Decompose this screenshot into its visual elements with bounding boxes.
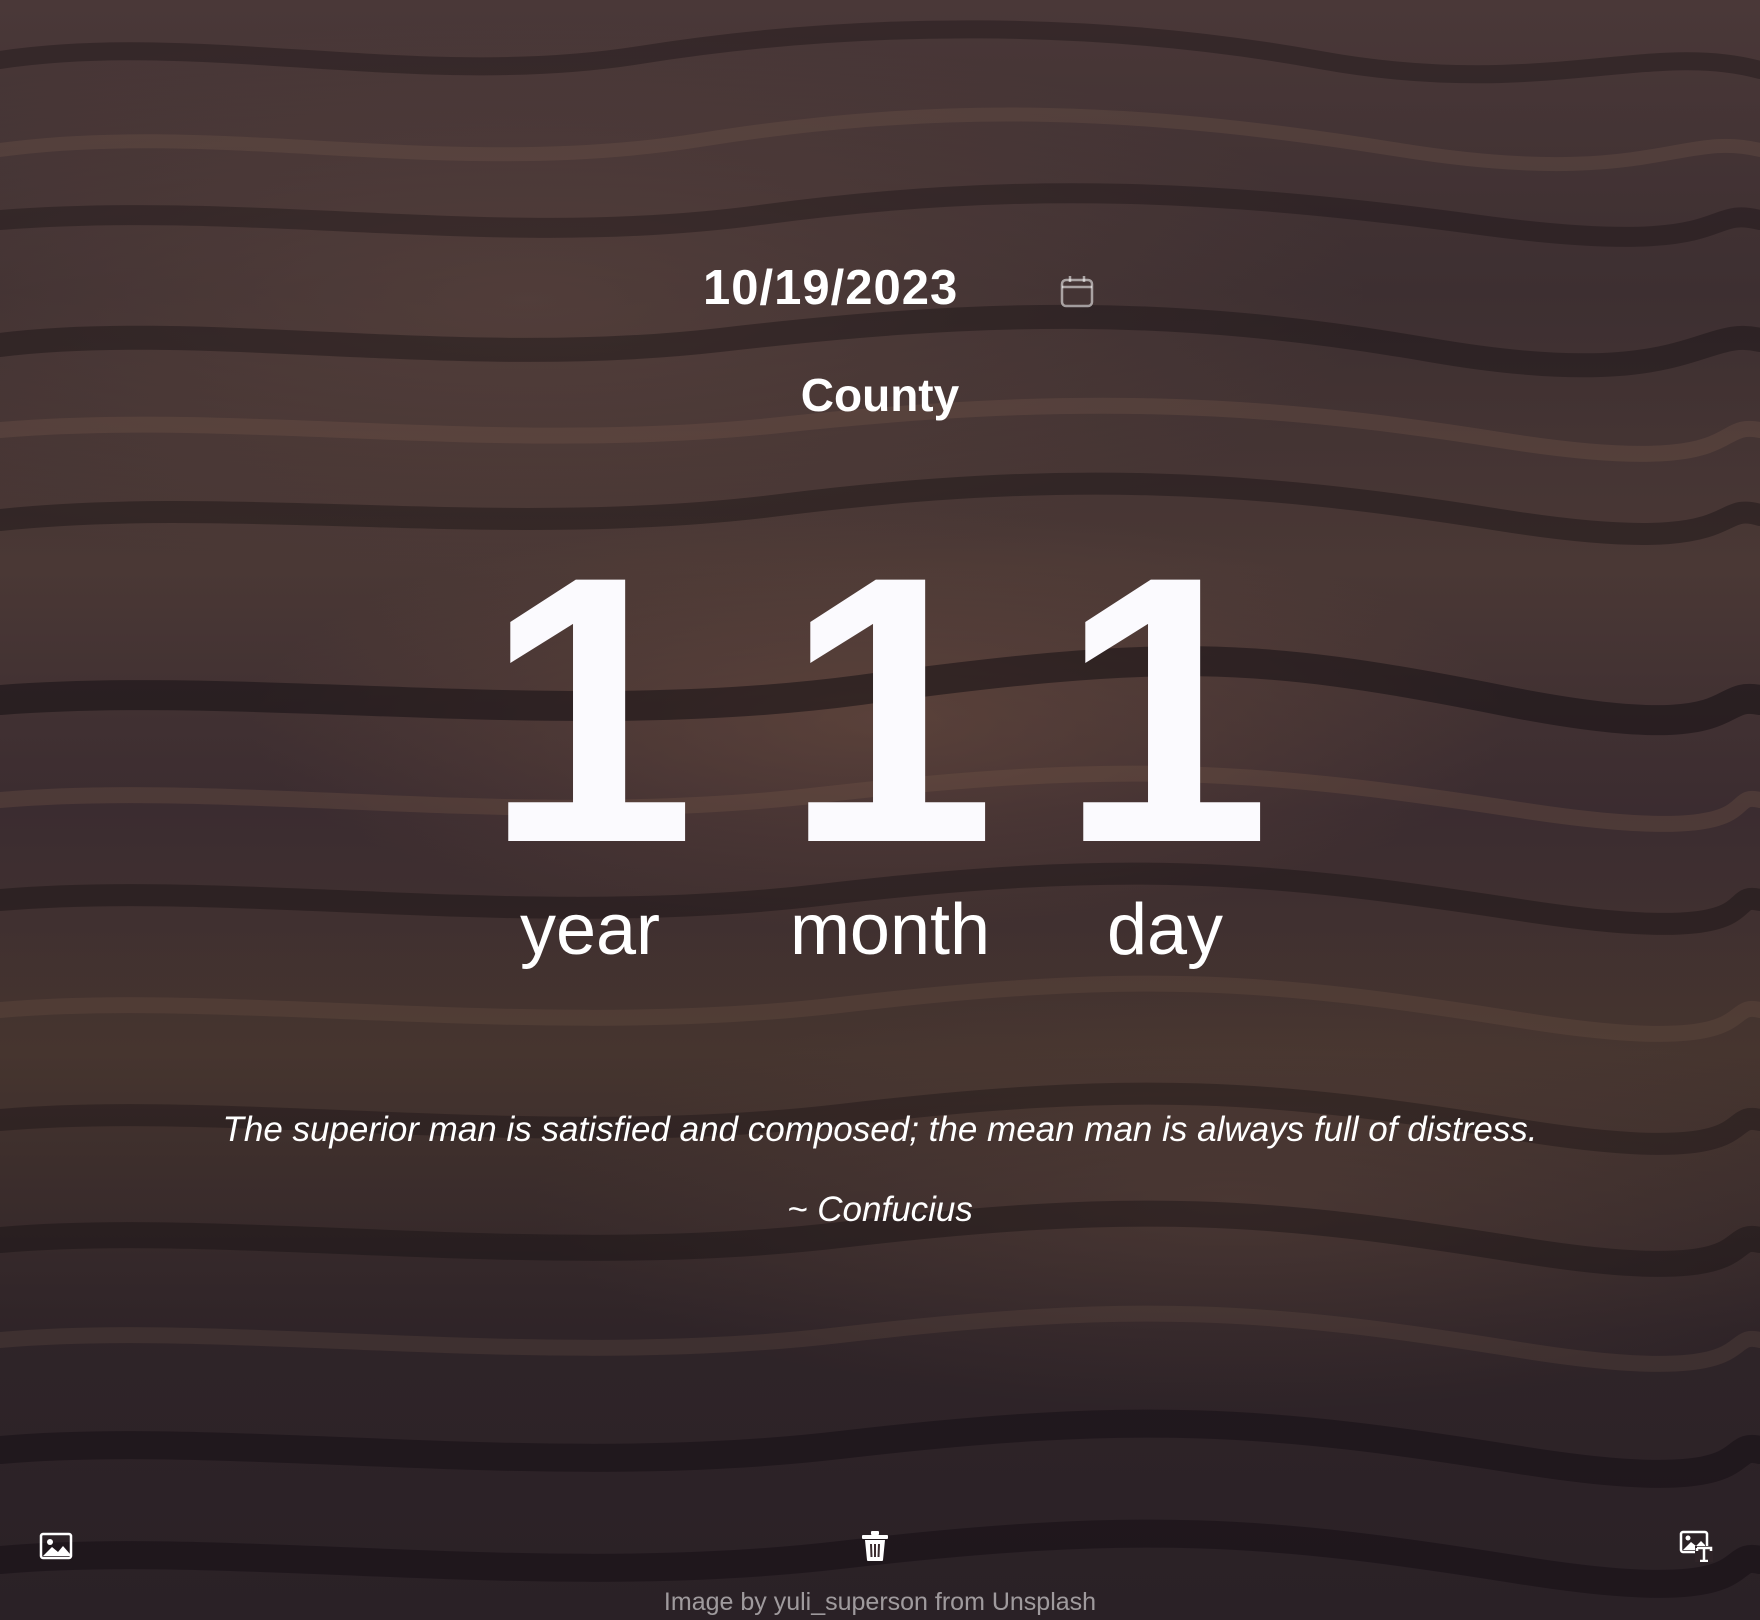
month-value: 1 bbox=[784, 497, 996, 922]
page-title: County bbox=[800, 369, 960, 421]
day-counter: 1 day bbox=[1035, 497, 1295, 967]
image-text-button[interactable] bbox=[1676, 1528, 1716, 1568]
year-value: 1 bbox=[484, 497, 696, 922]
month-label: month bbox=[789, 890, 991, 970]
delete-button[interactable] bbox=[855, 1528, 895, 1568]
year-counter: 1 year bbox=[460, 497, 720, 967]
quote-author: ~ Confucius bbox=[787, 1190, 973, 1229]
quote-text: The superior man is satisfied and compos… bbox=[222, 1110, 1538, 1149]
calendar-icon[interactable] bbox=[1060, 274, 1094, 308]
image-credit: Image by yuli_superson from Unsplash bbox=[663, 1588, 1097, 1616]
day-value: 1 bbox=[1059, 497, 1271, 922]
date-picker[interactable]: 10/19/2023 bbox=[0, 258, 1760, 324]
image-icon bbox=[39, 1532, 73, 1565]
trash-icon bbox=[861, 1530, 889, 1567]
countdown: 1 year 1 month 1 day bbox=[0, 520, 1760, 980]
image-text-icon bbox=[1679, 1530, 1713, 1567]
date-input[interactable]: 10/19/2023 bbox=[703, 264, 958, 313]
change-image-button[interactable] bbox=[36, 1528, 76, 1568]
month-counter: 1 month bbox=[760, 497, 1020, 970]
